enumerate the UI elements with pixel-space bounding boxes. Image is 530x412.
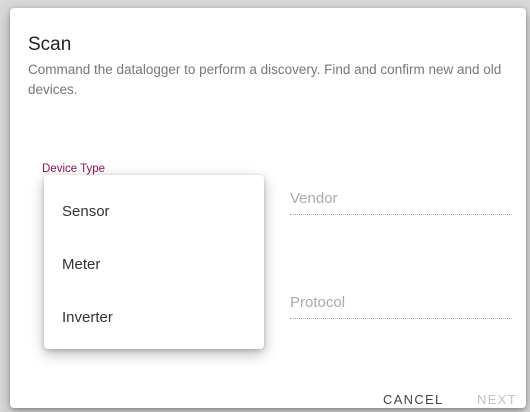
dialog-description: Command the datalogger to perform a disc…	[28, 62, 502, 97]
next-button[interactable]: NEXT	[477, 392, 517, 407]
vendor-field[interactable]: Vendor	[290, 184, 512, 215]
device-type-menu: Sensor Meter Inverter	[44, 175, 264, 349]
protocol-placeholder: Protocol	[290, 294, 346, 311]
menu-item-sensor[interactable]: Sensor	[44, 185, 264, 238]
scan-dialog: Scan Command the datalogger to perform a…	[10, 8, 526, 408]
device-type-label: Device Type	[42, 163, 106, 175]
menu-item-inverter[interactable]: Inverter	[44, 291, 264, 344]
cancel-button[interactable]: CANCEL	[383, 392, 444, 407]
vendor-placeholder: Vendor	[290, 190, 338, 207]
menu-item-meter[interactable]: Meter	[44, 238, 264, 291]
dialog-title: Scan	[28, 34, 72, 55]
protocol-field[interactable]: Protocol	[290, 288, 512, 319]
